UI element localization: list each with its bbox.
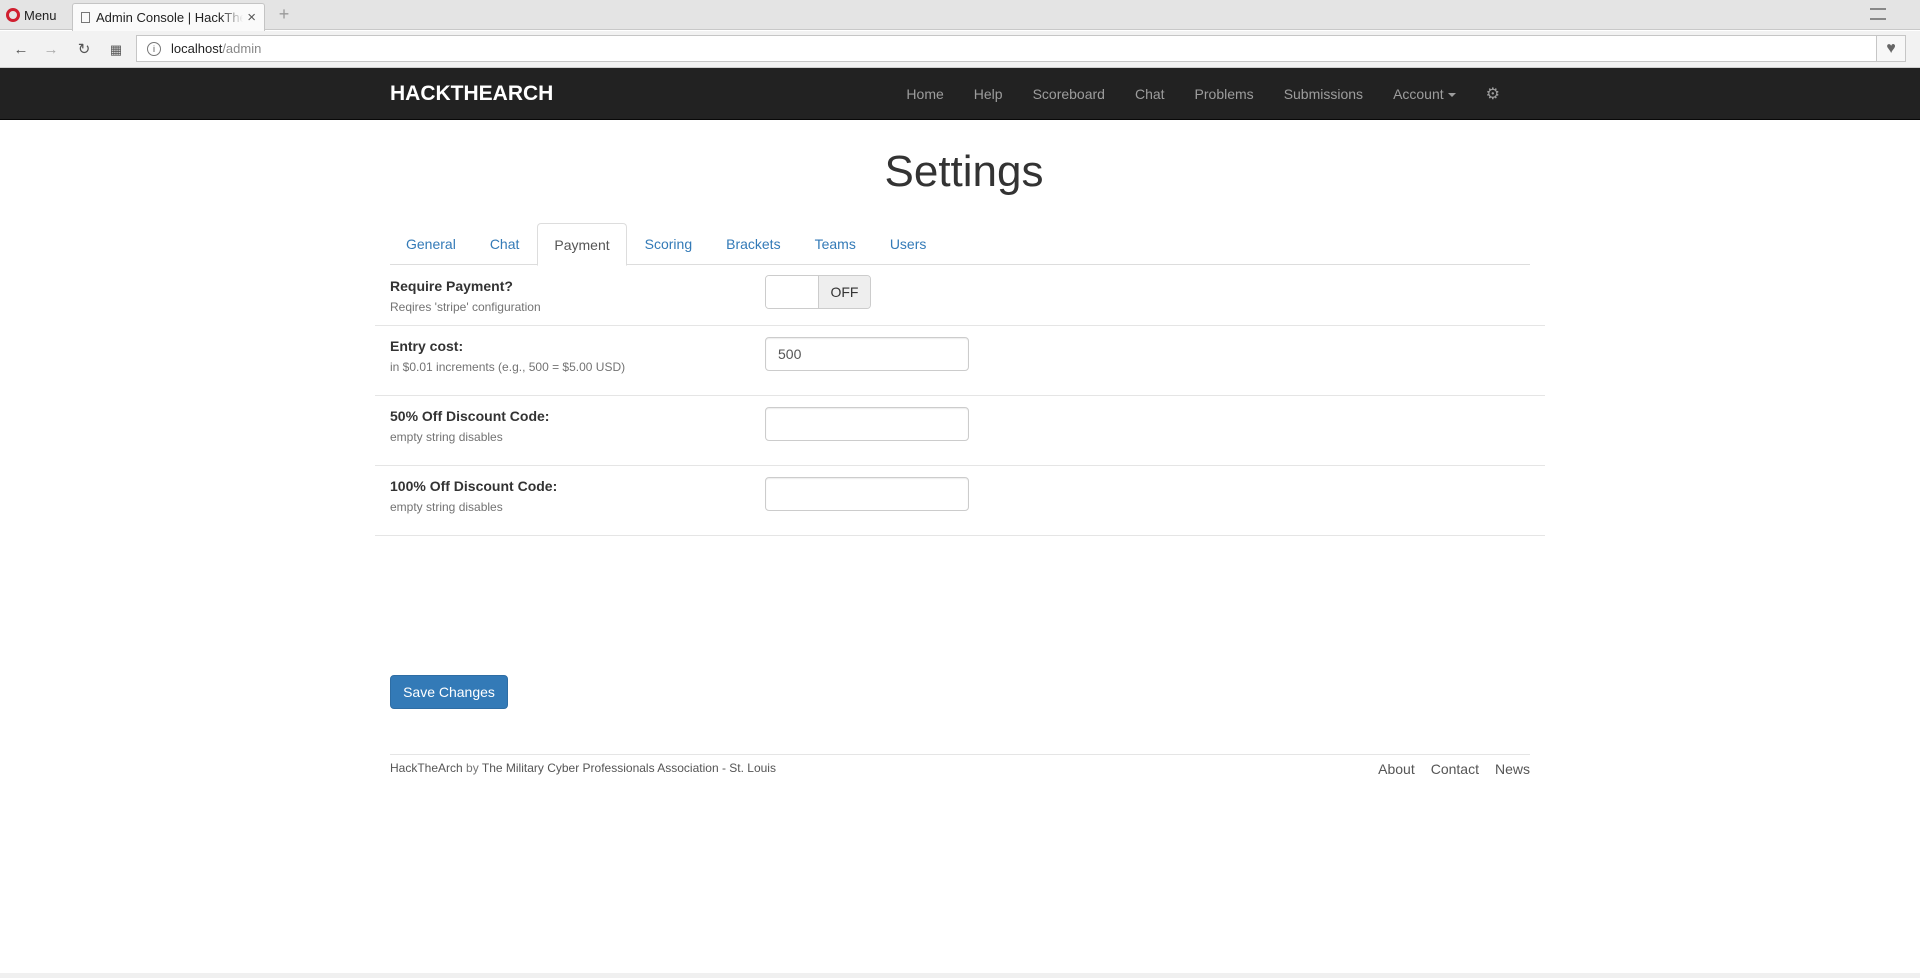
site-navbar: HACKTHEARCH Home Help Scoreboard Chat Pr… xyxy=(0,68,1920,120)
tab-users[interactable]: Users xyxy=(874,223,943,265)
footer-link-news[interactable]: News xyxy=(1495,761,1530,777)
footer-app-name: HackTheArch xyxy=(390,761,463,775)
close-tab-icon[interactable]: × xyxy=(247,9,256,26)
nav-home[interactable]: Home xyxy=(891,86,958,102)
tab-payment[interactable]: Payment xyxy=(537,223,627,266)
browser-toolbar: ← → ↻ ▦ i localhost/admin ♥ xyxy=(0,31,1920,68)
entry-cost-input[interactable] xyxy=(765,337,969,371)
new-tab-icon[interactable]: + xyxy=(274,4,294,24)
nav-account-dropdown[interactable]: Account xyxy=(1378,86,1471,102)
require-payment-toggle[interactable]: OFF xyxy=(765,275,871,309)
footer: HackTheArch by The Military Cyber Profes… xyxy=(390,754,1530,777)
toggle-state: OFF xyxy=(817,276,870,308)
document-icon xyxy=(81,12,90,23)
nav-chat[interactable]: Chat xyxy=(1120,86,1180,102)
footer-links: About Contact News xyxy=(1362,761,1530,777)
nav-submissions[interactable]: Submissions xyxy=(1269,86,1378,102)
footer-link-contact[interactable]: Contact xyxy=(1431,761,1479,777)
discount-50-row: 50% Off Discount Code: empty string disa… xyxy=(375,396,1545,466)
discount-50-help: empty string disables xyxy=(390,430,503,444)
caret-down-icon xyxy=(1447,93,1456,98)
discount-100-label: 100% Off Discount Code: xyxy=(390,478,558,494)
discount-100-row: 100% Off Discount Code: empty string dis… xyxy=(375,466,1545,536)
browser-menu-label: Menu xyxy=(24,7,57,23)
site-nav-links: Home Help Scoreboard Chat Problems Submi… xyxy=(891,68,1515,120)
footer-credit: HackTheArch by The Military Cyber Profes… xyxy=(390,761,776,775)
toggle-handle xyxy=(766,276,818,308)
save-changes-button[interactable]: Save Changes xyxy=(390,675,508,709)
forward-arrow-icon[interactable]: → xyxy=(40,39,62,61)
speed-dial-grid-icon[interactable]: ▦ xyxy=(105,39,127,61)
browser-menu-button[interactable]: Menu xyxy=(6,5,57,25)
gear-icon[interactable]: ⚙ xyxy=(1471,84,1515,104)
discount-100-help: empty string disables xyxy=(390,500,503,514)
require-payment-help: Reqires 'stripe' configuration xyxy=(390,300,541,314)
require-payment-label: Require Payment? xyxy=(390,278,513,294)
nav-scoreboard[interactable]: Scoreboard xyxy=(1018,86,1120,102)
footer-org: The Military Cyber Professionals Associa… xyxy=(481,761,776,775)
tab-brackets[interactable]: Brackets xyxy=(710,223,796,265)
site-brand[interactable]: HACKTHEARCH xyxy=(390,82,553,106)
footer-by: by xyxy=(466,761,479,775)
entry-cost-row: Entry cost: in $0.01 increments (e.g., 5… xyxy=(375,326,1545,396)
url-path: /admin xyxy=(222,41,262,56)
main-container: Settings General Chat Payment Scoring Br… xyxy=(375,120,1545,777)
reload-icon[interactable]: ↻ xyxy=(73,39,95,61)
address-bar[interactable]: i localhost/admin xyxy=(136,35,1880,62)
window-bottom-edge xyxy=(0,973,1920,978)
site-info-icon[interactable]: i xyxy=(147,41,161,56)
page-title: Settings xyxy=(884,147,1044,196)
entry-cost-label: Entry cost: xyxy=(390,338,464,354)
discount-50-label: 50% Off Discount Code: xyxy=(390,408,550,424)
nav-help[interactable]: Help xyxy=(959,86,1018,102)
browser-tab-title: Admin Console | HackTheArch xyxy=(96,10,244,25)
discount-50-input[interactable] xyxy=(765,407,969,441)
settings-tabs: General Chat Payment Scoring Brackets Te… xyxy=(390,223,1530,266)
nav-problems[interactable]: Problems xyxy=(1180,86,1269,102)
discount-100-input[interactable] xyxy=(765,477,969,511)
require-payment-row: Require Payment? Reqires 'stripe' config… xyxy=(375,265,1545,326)
account-label: Account xyxy=(1393,86,1444,102)
footer-link-about[interactable]: About xyxy=(1378,761,1415,777)
tab-menu-icon[interactable] xyxy=(1870,8,1886,20)
tab-chat[interactable]: Chat xyxy=(474,223,536,265)
entry-cost-help: in $0.01 increments (e.g., 500 = $5.00 U… xyxy=(390,360,626,374)
tab-scoring[interactable]: Scoring xyxy=(629,223,708,265)
back-arrow-icon[interactable]: ← xyxy=(10,39,32,61)
url-host: localhost xyxy=(171,41,223,56)
tab-teams[interactable]: Teams xyxy=(799,223,872,265)
browser-tab[interactable]: Admin Console | HackTheArch × xyxy=(72,3,265,31)
browser-tab-bar: Menu Admin Console | HackTheArch × + xyxy=(0,0,1920,31)
tab-general[interactable]: General xyxy=(390,223,472,265)
opera-logo-icon xyxy=(6,8,20,22)
stash-heart-icon[interactable]: ♥ xyxy=(1876,35,1906,62)
